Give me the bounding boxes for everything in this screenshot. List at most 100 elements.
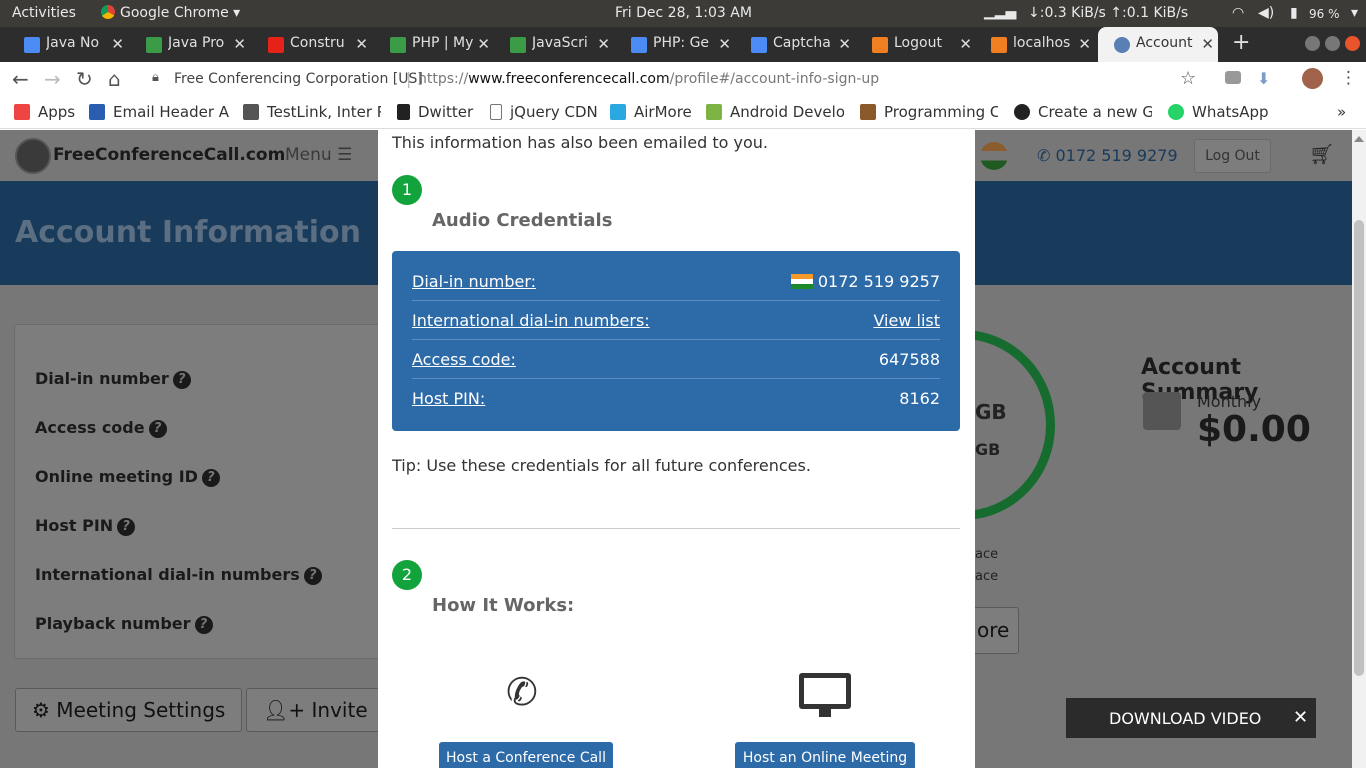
scroll-up-arrow-icon[interactable]: [1354, 136, 1364, 142]
help-icon[interactable]: ?: [303, 567, 322, 585]
app-menu[interactable]: Google Chrome ▾: [101, 5, 240, 21]
host-online-meeting-button[interactable]: Host an Online Meeting: [735, 742, 915, 768]
phone-logo-icon[interactable]: [15, 138, 51, 174]
close-icon[interactable]: ✕: [597, 35, 610, 53]
close-icon[interactable]: ✕: [477, 35, 490, 53]
tab-favicon: [24, 37, 40, 53]
download-video-label[interactable]: DOWNLOAD VIDEO: [1109, 709, 1261, 728]
field-label: Host PIN: [35, 516, 114, 535]
forward-arrow-icon[interactable]: →: [44, 68, 61, 90]
field-international: International dial-in numbers?: [35, 565, 322, 585]
help-icon[interactable]: ?: [172, 371, 191, 389]
back-arrow-icon[interactable]: ←: [12, 68, 29, 90]
help-icon[interactable]: ?: [117, 518, 136, 536]
bookmark-github-gist[interactable]: Create a new Gis: [1014, 103, 1152, 121]
bookmark-jquery-cdn[interactable]: jQuery CDN: [490, 103, 598, 121]
wifi-icon[interactable]: ◠: [1232, 5, 1244, 21]
access-code-value: 647588: [878, 350, 940, 369]
kebab-menu-icon[interactable]: ⋮: [1340, 68, 1357, 88]
emailed-notice: This information has also been emailed t…: [392, 133, 768, 152]
download-icon[interactable]: ⬇: [1257, 69, 1270, 88]
minimize-button[interactable]: [1305, 36, 1320, 51]
new-tab-button[interactable]: +: [1232, 30, 1250, 55]
close-icon[interactable]: ✕: [1078, 35, 1091, 53]
international-label[interactable]: International dial-in numbers:: [412, 311, 650, 330]
tab-javascript[interactable]: JavaScri ✕: [494, 27, 614, 62]
tab-account-active[interactable]: Account ✕: [1098, 27, 1218, 62]
close-icon[interactable]: ✕: [838, 35, 851, 53]
view-list-link[interactable]: View list: [873, 311, 940, 330]
site-logo[interactable]: FreeConferenceCall.com: [53, 145, 285, 165]
home-icon[interactable]: ⌂: [108, 68, 121, 90]
bookmarks-overflow-icon[interactable]: »: [1337, 103, 1346, 121]
host-pin-label[interactable]: Host PIN:: [412, 389, 485, 408]
url-text[interactable]: https://www.freeconferencecall.com/profi…: [418, 71, 879, 87]
bookmark-email-header[interactable]: Email Header An: [89, 103, 229, 121]
host-conference-call-button[interactable]: Host a Conference Call: [439, 742, 613, 768]
invite-button[interactable]: 👤︎+ Invite: [246, 688, 385, 732]
help-icon[interactable]: ?: [201, 469, 220, 487]
logout-button[interactable]: Log Out: [1194, 139, 1271, 173]
row-host-pin: Host PIN: 8162: [412, 379, 940, 418]
bookmark-airmore[interactable]: AirMore: [610, 103, 692, 121]
network-speed[interactable]: ↓:0.3 KiB/s ↑:0.1 KiB/s: [1028, 5, 1188, 21]
app-name: Google Chrome: [120, 5, 229, 21]
close-icon[interactable]: ✕: [1293, 707, 1308, 728]
access-code-label[interactable]: Access code:: [412, 350, 516, 369]
volume-icon[interactable]: ◀): [1258, 5, 1274, 21]
clock[interactable]: Fri Dec 28, 1:03 AM: [615, 5, 752, 21]
menu-button[interactable]: Menu ☰: [285, 145, 352, 165]
close-icon[interactable]: ✕: [355, 35, 368, 53]
close-icon[interactable]: ✕: [718, 35, 731, 53]
lock-icon[interactable]: 🔒︎: [152, 70, 159, 85]
tab-java-programs[interactable]: Java Pro ✕: [130, 27, 250, 62]
tab-captcha[interactable]: Captcha ✕: [735, 27, 855, 62]
help-icon[interactable]: ?: [148, 420, 167, 438]
storage-gb-total: GB: [975, 440, 1001, 459]
tab-php-get[interactable]: PHP: Ge ✕: [615, 27, 735, 62]
bookmark-programming[interactable]: Programming Co: [860, 103, 998, 121]
scrollbar-thumb[interactable]: [1354, 220, 1364, 676]
audio-credentials-title: Audio Credentials: [432, 210, 613, 231]
address-bar[interactable]: 🔒︎ Free Conferencing Corporation [US] | …: [140, 66, 1215, 94]
download-video-bar[interactable]: DOWNLOAD VIDEO ✕: [1066, 698, 1316, 738]
bookmark-testlink[interactable]: TestLink, Inter P: [243, 103, 381, 121]
help-icon[interactable]: ?: [194, 616, 213, 634]
tab-php-mysql[interactable]: PHP | My ✕: [374, 27, 494, 62]
activities-button[interactable]: Activities: [12, 5, 76, 21]
close-icon[interactable]: ✕: [1201, 35, 1214, 53]
close-icon[interactable]: ✕: [111, 35, 124, 53]
tab-favicon: [631, 37, 647, 53]
header-phone-number: 0172 519 9279: [1055, 146, 1178, 165]
tab-logout[interactable]: Logout ✕: [856, 27, 976, 62]
system-menu-icon[interactable]: ▾: [1351, 5, 1358, 21]
page-scrollbar[interactable]: [1352, 130, 1366, 768]
cart-icon[interactable]: 🛒︎: [1309, 142, 1334, 166]
bookmark-android-developers[interactable]: Android Develop: [706, 103, 844, 121]
star-icon[interactable]: ☆: [1180, 68, 1196, 89]
calendar-check-icon: [1143, 392, 1181, 430]
bookmark-whatsapp[interactable]: WhatsApp: [1168, 103, 1269, 121]
profile-avatar[interactable]: [1302, 68, 1323, 89]
signal-icon[interactable]: ▁▂▄: [984, 4, 1016, 20]
close-icon[interactable]: ✕: [959, 35, 972, 53]
tab-localhost[interactable]: localhos ✕: [975, 27, 1095, 62]
meeting-settings-button[interactable]: ⚙ Meeting Settings: [15, 688, 243, 732]
apps-grid-icon: [14, 104, 30, 120]
battery-icon[interactable]: ▮: [1290, 5, 1298, 21]
flag-india-icon[interactable]: [980, 142, 1008, 170]
dial-in-label[interactable]: Dial-in number:: [412, 272, 536, 291]
tab-java-notes[interactable]: Java No ✕: [8, 27, 128, 62]
maximize-button[interactable]: [1325, 36, 1340, 51]
tab-constructor[interactable]: Constru ✕: [252, 27, 372, 62]
camera-icon[interactable]: [1225, 71, 1241, 84]
reload-icon[interactable]: ↻: [76, 68, 93, 90]
close-icon[interactable]: ✕: [233, 35, 246, 53]
bookmark-dwitter[interactable]: Dwitter: [397, 103, 473, 121]
tab-title: PHP | My: [412, 35, 474, 51]
tab-title: PHP: Ge: [653, 35, 710, 51]
close-window-button[interactable]: [1345, 36, 1360, 51]
header-phone[interactable]: ✆ 0172 519 9279: [1037, 146, 1178, 165]
site-identity[interactable]: Free Conferencing Corporation [US]: [174, 71, 423, 87]
bookmark-apps[interactable]: Apps: [14, 103, 75, 121]
